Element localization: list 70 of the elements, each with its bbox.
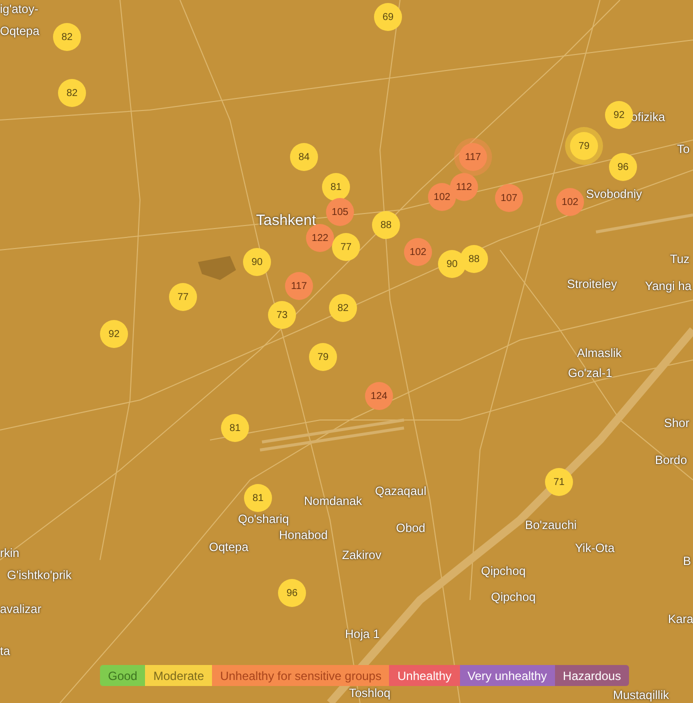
place-label: To bbox=[677, 142, 690, 156]
air-quality-marker[interactable]: 79 bbox=[570, 132, 598, 160]
place-label: Svobodniy bbox=[586, 187, 642, 201]
place-label: Hoja 1 bbox=[345, 627, 380, 641]
place-label: Go'zal-1 bbox=[568, 366, 612, 380]
air-quality-marker[interactable]: 92 bbox=[100, 320, 128, 348]
legend-item: Hazardous bbox=[554, 665, 629, 686]
place-label: avalizar bbox=[0, 602, 42, 616]
air-quality-marker[interactable]: 82 bbox=[58, 79, 86, 107]
air-quality-marker[interactable]: 112 bbox=[450, 173, 478, 201]
air-quality-marker[interactable]: 107 bbox=[495, 184, 523, 212]
air-quality-marker[interactable]: 82 bbox=[53, 23, 81, 51]
air-quality-marker[interactable]: 88 bbox=[372, 211, 400, 239]
place-label: Yangi ha bbox=[645, 279, 692, 293]
air-quality-marker[interactable]: 69 bbox=[374, 3, 402, 31]
air-quality-marker[interactable]: 77 bbox=[169, 283, 197, 311]
air-quality-marker[interactable]: 117 bbox=[285, 272, 313, 300]
air-quality-marker[interactable]: 77 bbox=[332, 233, 360, 261]
place-label: Oqtepa bbox=[209, 540, 248, 554]
air-quality-marker[interactable]: 124 bbox=[365, 382, 393, 410]
place-label: Stroiteley bbox=[567, 277, 618, 291]
air-quality-marker[interactable]: 73 bbox=[268, 301, 296, 329]
place-label: Kara bbox=[668, 612, 693, 626]
air-quality-marker[interactable]: 102 bbox=[404, 238, 432, 266]
place-label: Bo'zauchi bbox=[525, 518, 577, 532]
place-label: Qipchoq bbox=[491, 590, 536, 604]
place-label: G'ishtko'prik bbox=[7, 568, 72, 582]
air-quality-marker[interactable]: 82 bbox=[329, 294, 357, 322]
place-label: Mustaqillik bbox=[613, 688, 670, 702]
place-label: Toshloq bbox=[349, 686, 390, 700]
place-label: Honabod bbox=[279, 528, 328, 542]
legend-item: Unhealthy for sensitive groups bbox=[212, 665, 390, 686]
air-quality-marker[interactable]: 105 bbox=[326, 198, 354, 226]
place-label: Nomdanak bbox=[304, 494, 362, 508]
place-label: Obod bbox=[396, 521, 426, 535]
place-label: Oqtepa bbox=[0, 24, 40, 38]
air-quality-marker[interactable]: 102 bbox=[556, 188, 584, 216]
air-quality-marker[interactable]: 81 bbox=[221, 414, 249, 442]
air-quality-marker[interactable]: 117 bbox=[459, 143, 487, 171]
legend-item: Very unhealthy bbox=[460, 665, 555, 686]
air-quality-marker[interactable]: 122 bbox=[306, 224, 334, 252]
place-label: Tuz bbox=[670, 252, 690, 266]
place-label: Qo'shariq bbox=[238, 512, 289, 526]
air-quality-marker[interactable]: 102 bbox=[428, 183, 456, 211]
air-quality-marker[interactable]: 81 bbox=[322, 173, 350, 201]
place-label: rkin bbox=[0, 546, 20, 560]
air-quality-marker[interactable]: 92 bbox=[605, 101, 633, 129]
air-quality-marker[interactable]: 71 bbox=[545, 468, 573, 496]
place-label: Shor bbox=[664, 416, 690, 430]
air-quality-marker[interactable]: 90 bbox=[243, 248, 271, 276]
place-label: Yik-Ota bbox=[575, 541, 615, 555]
air-quality-marker[interactable]: 81 bbox=[244, 484, 272, 512]
air-quality-marker[interactable]: 88 bbox=[460, 245, 488, 273]
legend-item: Unhealthy bbox=[389, 665, 460, 686]
place-label: ta bbox=[0, 644, 10, 658]
air-quality-marker[interactable]: 79 bbox=[309, 343, 337, 371]
place-label: Bordo bbox=[655, 453, 688, 467]
place-label: B bbox=[683, 554, 692, 568]
air-quality-marker[interactable]: 90 bbox=[438, 250, 466, 278]
legend-item: Moderate bbox=[145, 665, 212, 686]
air-quality-marker[interactable]: 84 bbox=[290, 143, 318, 171]
place-label: Almaslik bbox=[577, 346, 622, 360]
place-label: Qipchoq bbox=[481, 564, 526, 578]
legend-item: Good bbox=[100, 665, 146, 686]
air-quality-marker[interactable]: 96 bbox=[278, 579, 306, 607]
place-label: Zakirov bbox=[342, 548, 382, 562]
place-label: ofizika bbox=[631, 110, 666, 124]
place-label: ig'atoy- bbox=[0, 2, 38, 16]
air-quality-marker[interactable]: 96 bbox=[609, 153, 637, 181]
place-label: Qazaqaul bbox=[375, 484, 426, 498]
